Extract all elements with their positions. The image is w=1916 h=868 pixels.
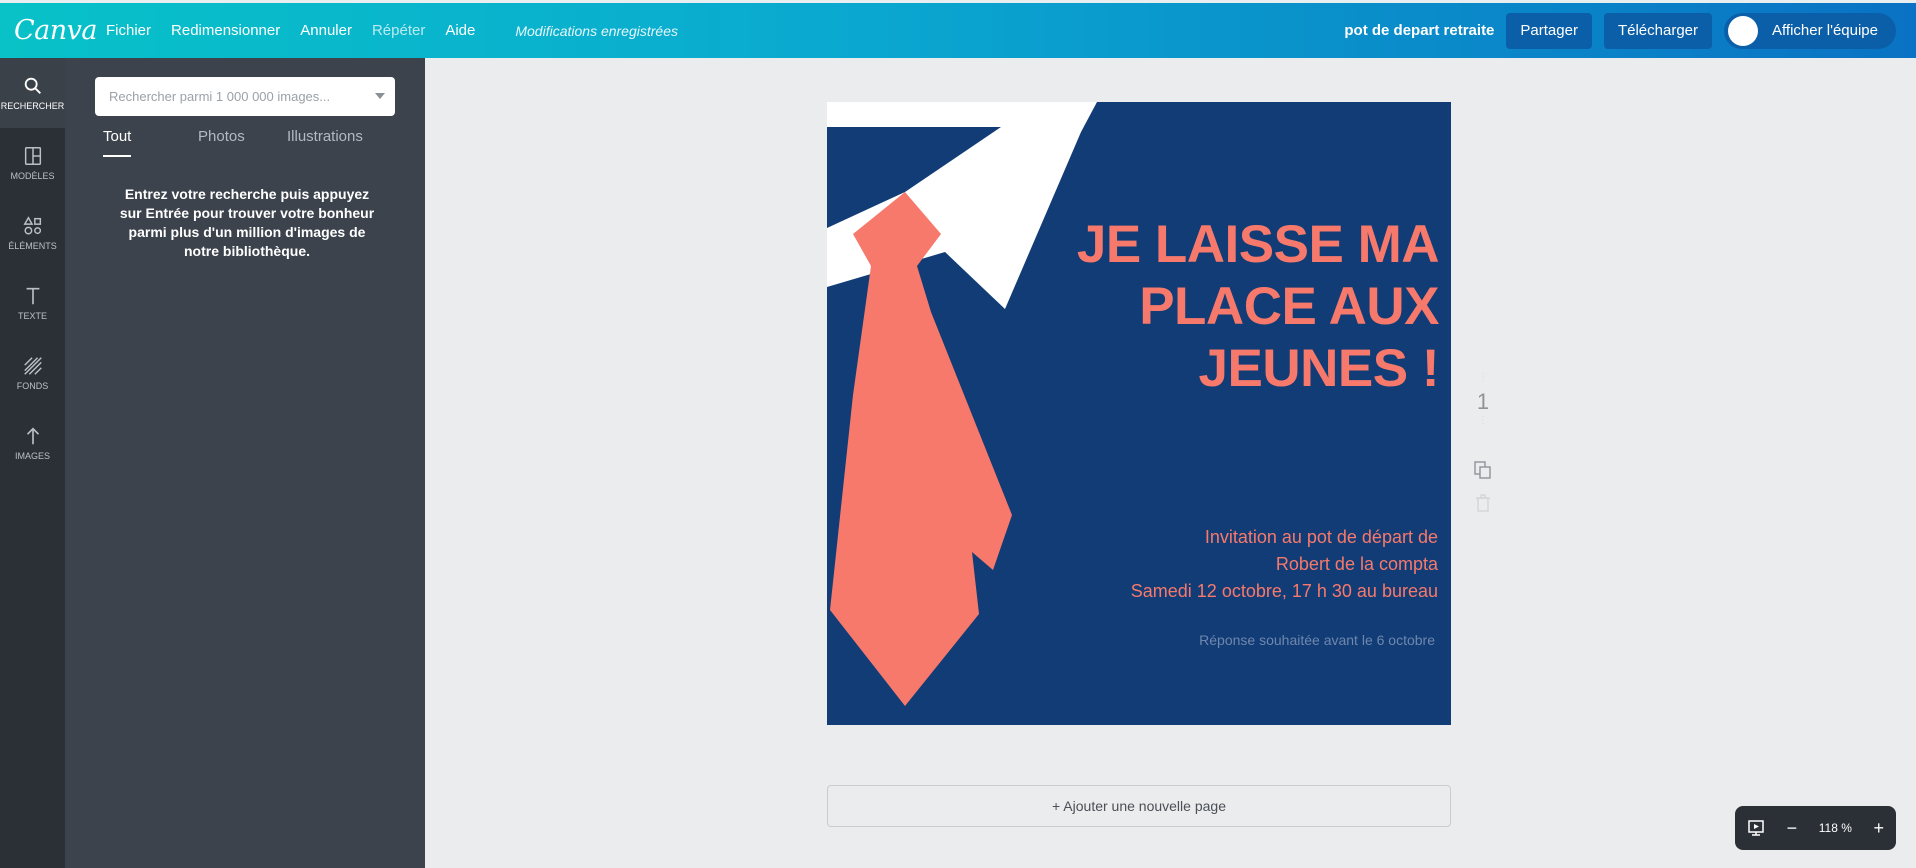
tab-all[interactable]: Tout — [103, 128, 132, 157]
search-help-text: Entrez votre recherche puis appuyez sur … — [119, 186, 375, 259]
menu-file[interactable]: Fichier — [106, 22, 151, 39]
add-page-button[interactable]: + Ajouter une nouvelle page — [827, 785, 1451, 827]
layout-icon — [24, 147, 41, 165]
rail-elements[interactable]: ÉLÉMENTS — [0, 198, 65, 268]
menu-resize[interactable]: Redimensionner — [171, 22, 280, 39]
invite-line: Invitation au pot de départ de — [1204, 527, 1438, 547]
rail-backgrounds[interactable]: FONDS — [0, 338, 65, 408]
search-panel: Rechercher parmi 1 000 000 images... Tou… — [65, 58, 425, 868]
show-team-button[interactable]: Afficher l'équipe — [1724, 12, 1896, 49]
invite-line: Robert de la compta — [1275, 554, 1438, 574]
present-icon[interactable] — [1747, 819, 1765, 837]
rail-text[interactable]: TEXTE — [0, 268, 65, 338]
menu-help[interactable]: Aide — [445, 22, 475, 39]
headline-line: JEUNES ! — [1198, 339, 1440, 398]
rail-uploads-label: IMAGES — [14, 451, 50, 461]
rail-search-label: RECHERCHER — [0, 101, 65, 111]
chevron-down-icon[interactable] — [375, 93, 385, 99]
rsvp-text[interactable]: Réponse souhaitée avant le 6 octobre — [1199, 632, 1435, 648]
move-down-icon[interactable]: ⋮ — [1478, 415, 1488, 426]
rail-elements-label: ÉLÉMENTS — [8, 241, 57, 251]
avatar — [1728, 15, 1758, 46]
rail-backgrounds-label: FONDS — [16, 381, 49, 391]
zoom-level[interactable]: 118 % — [1819, 821, 1852, 835]
move-up-icon[interactable]: ⋮ — [1478, 372, 1488, 383]
save-status: Modifications enregistrées — [515, 22, 678, 39]
undo-button[interactable]: Annuler — [300, 22, 352, 39]
background-icon — [23, 357, 42, 375]
rail-text-label: TEXTE — [17, 311, 47, 321]
invitation-text[interactable]: Invitation au pot de départ de Robert de… — [1131, 524, 1438, 605]
headline-text[interactable]: JE LAISSE MA PLACE AUX JEUNES ! — [1019, 214, 1440, 400]
tab-photos[interactable]: Photos — [198, 128, 245, 155]
shapes-icon — [22, 216, 41, 235]
duplicate-page-icon[interactable] — [1473, 460, 1493, 480]
rail-templates[interactable]: MODÈLES — [0, 128, 65, 198]
rail-uploads[interactable]: IMAGES — [0, 408, 65, 478]
page-number: 1 — [1476, 389, 1490, 414]
search-placeholder: Rechercher parmi 1 000 000 images... — [109, 89, 331, 104]
search-tabs: Tout Photos Illustrations — [95, 128, 395, 158]
invite-line: Samedi 12 octobre, 17 h 30 au bureau — [1130, 581, 1438, 601]
document-title[interactable]: pot de depart retraite — [1344, 22, 1494, 39]
download-button[interactable]: Télécharger — [1603, 12, 1712, 49]
zoom-controls: − 118 % + — [1735, 806, 1896, 850]
top-bar: Canva Fichier Redimensionner Annuler Rép… — [0, 0, 1916, 58]
tab-illustrations[interactable]: Illustrations — [287, 128, 363, 155]
tie-blade — [830, 266, 1012, 706]
show-team-label: Afficher l'équipe — [1772, 22, 1878, 39]
side-rail: RECHERCHER MODÈLES ÉLÉMENTS TEXTE FONDS … — [0, 58, 65, 868]
text-icon — [26, 287, 39, 305]
canva-logo[interactable]: Canva — [14, 15, 106, 46]
rail-search[interactable]: RECHERCHER — [0, 58, 65, 128]
delete-page-icon[interactable] — [1475, 494, 1491, 512]
design-page[interactable]: JE LAISSE MA PLACE AUX JEUNES ! Invitati… — [827, 102, 1451, 725]
upload-icon — [26, 427, 39, 445]
redo-button[interactable]: Répéter — [372, 22, 425, 39]
rail-templates-label: MODÈLES — [10, 171, 55, 181]
search-icon — [24, 77, 41, 94]
zoom-out-button[interactable]: − — [1787, 819, 1798, 837]
headline-line: PLACE AUX — [1139, 277, 1439, 336]
share-button[interactable]: Partager — [1506, 12, 1592, 49]
zoom-in-button[interactable]: + — [1873, 819, 1884, 837]
image-search-input[interactable]: Rechercher parmi 1 000 000 images... — [95, 77, 395, 116]
headline-line: JE LAISSE MA — [1076, 215, 1440, 274]
page-controls: ⋮ 1 ⋮ — [1468, 372, 1498, 512]
